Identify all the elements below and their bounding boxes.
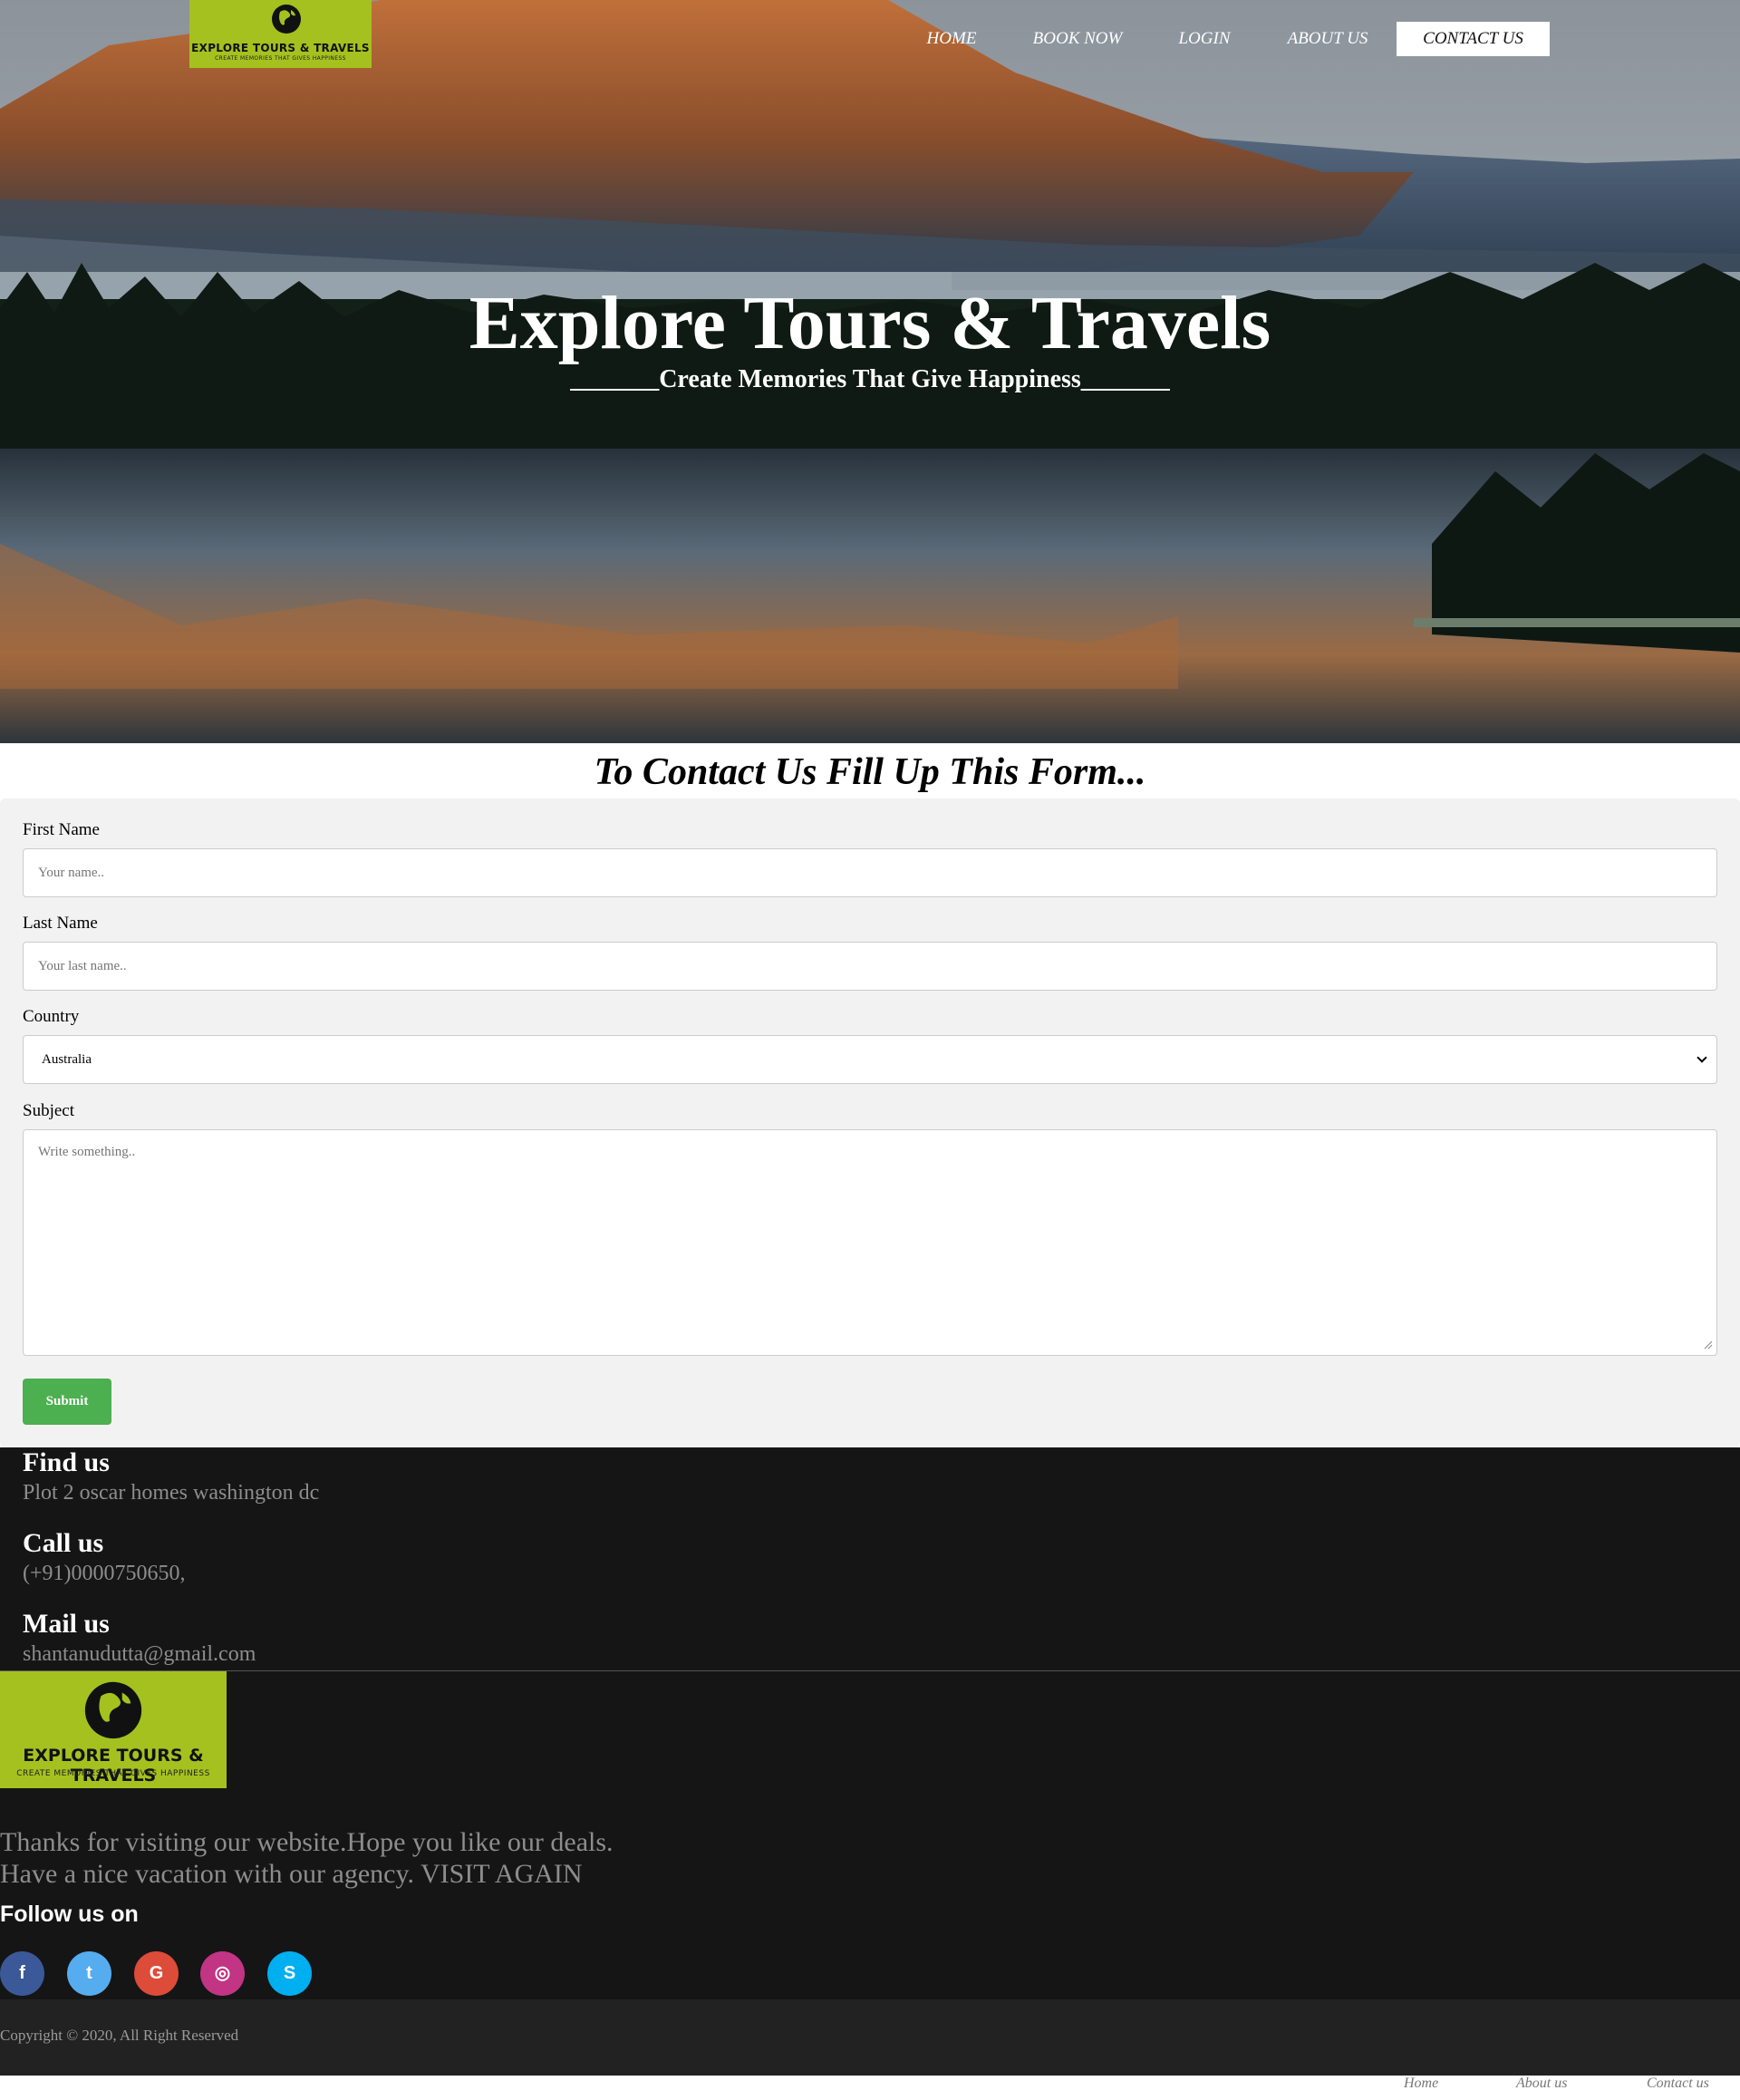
copyright-text: Copyright © 2020, All Right Reserved	[0, 2027, 239, 2044]
facebook-icon[interactable]: f	[0, 1951, 44, 1996]
country-label: Country	[23, 1007, 80, 1026]
subject-label: Subject	[23, 1101, 74, 1120]
country-select[interactable]: Australia	[23, 1035, 1717, 1084]
nav-home-link[interactable]: HOME	[919, 22, 984, 56]
nav-login-link[interactable]: LOGIN	[1171, 22, 1238, 56]
google-icon[interactable]: G	[134, 1951, 179, 1996]
thanks-line-2: Have a nice vacation with our agency. VI…	[0, 1859, 583, 1889]
hero-title: Explore Tours & Travels	[469, 281, 1271, 365]
last-name-input[interactable]	[23, 942, 1717, 991]
instagram-icon[interactable]: ◎	[200, 1951, 245, 1996]
submit-button[interactable]: Submit	[23, 1379, 111, 1425]
globe-icon	[84, 1681, 142, 1739]
first-name-label: First Name	[23, 820, 100, 839]
mail-us-heading: Mail us	[23, 1609, 110, 1639]
globe-icon	[272, 5, 301, 34]
skype-icon[interactable]: S	[267, 1951, 312, 1996]
twitter-icon[interactable]: t	[67, 1951, 111, 1996]
address-text: Plot 2 oscar homes washington dc	[23, 1481, 320, 1505]
chevron-down-icon	[1696, 1052, 1707, 1063]
brand-logo[interactable]: EXPLORE TOURS & TRAVELS CREATE MEMORIES …	[189, 0, 372, 68]
subject-textarea[interactable]	[23, 1129, 1717, 1356]
logo-title: EXPLORE TOURS & TRAVELS	[191, 42, 370, 54]
resize-handle-icon[interactable]	[1704, 1340, 1713, 1350]
footer-logo-tagline: CREATE MEMORIES THAT GIVES HAPPINESS	[16, 1769, 210, 1778]
footer-logo[interactable]: EXPLORE TOURS & TRAVELS CREATE MEMORIES …	[0, 1671, 227, 1788]
nav-contact-us-link[interactable]: CONTACT US	[1397, 22, 1550, 56]
follow-us-heading: Follow us on	[0, 1902, 139, 1927]
last-name-label: Last Name	[23, 914, 98, 933]
nav-book-now-link[interactable]: BOOK NOW	[1024, 22, 1131, 56]
thanks-line-1: Thanks for visiting our website.Hope you…	[0, 1827, 614, 1857]
nav-about-us-link[interactable]: ABOUT US	[1278, 22, 1378, 56]
country-selected-value: Australia	[42, 1052, 92, 1067]
footer-about-link[interactable]: About us	[1516, 2076, 1567, 2092]
footer-contact-link[interactable]: Contact us	[1647, 2076, 1709, 2092]
footer-home-link[interactable]: Home	[1404, 2076, 1438, 2092]
copyright-bar	[0, 1999, 1740, 2076]
logo-tagline: CREATE MEMORIES THAT GIVES HAPPINESS	[215, 55, 346, 62]
hero-subtitle: _______Create Memories That Give Happine…	[570, 365, 1170, 393]
find-us-heading: Find us	[23, 1447, 110, 1477]
footer-logo-title: EXPLORE TOURS & TRAVELS	[23, 1746, 204, 1785]
phone-text: (+91)0000750650,	[23, 1562, 186, 1585]
first-name-input[interactable]	[23, 848, 1717, 897]
hero-banner: EXPLORE TOURS & TRAVELS CREATE MEMORIES …	[0, 0, 1740, 743]
call-us-heading: Call us	[23, 1528, 104, 1558]
form-heading: To Contact Us Fill Up This Form...	[594, 751, 1146, 793]
email-text: shantanudutta@gmail.com	[23, 1642, 256, 1666]
